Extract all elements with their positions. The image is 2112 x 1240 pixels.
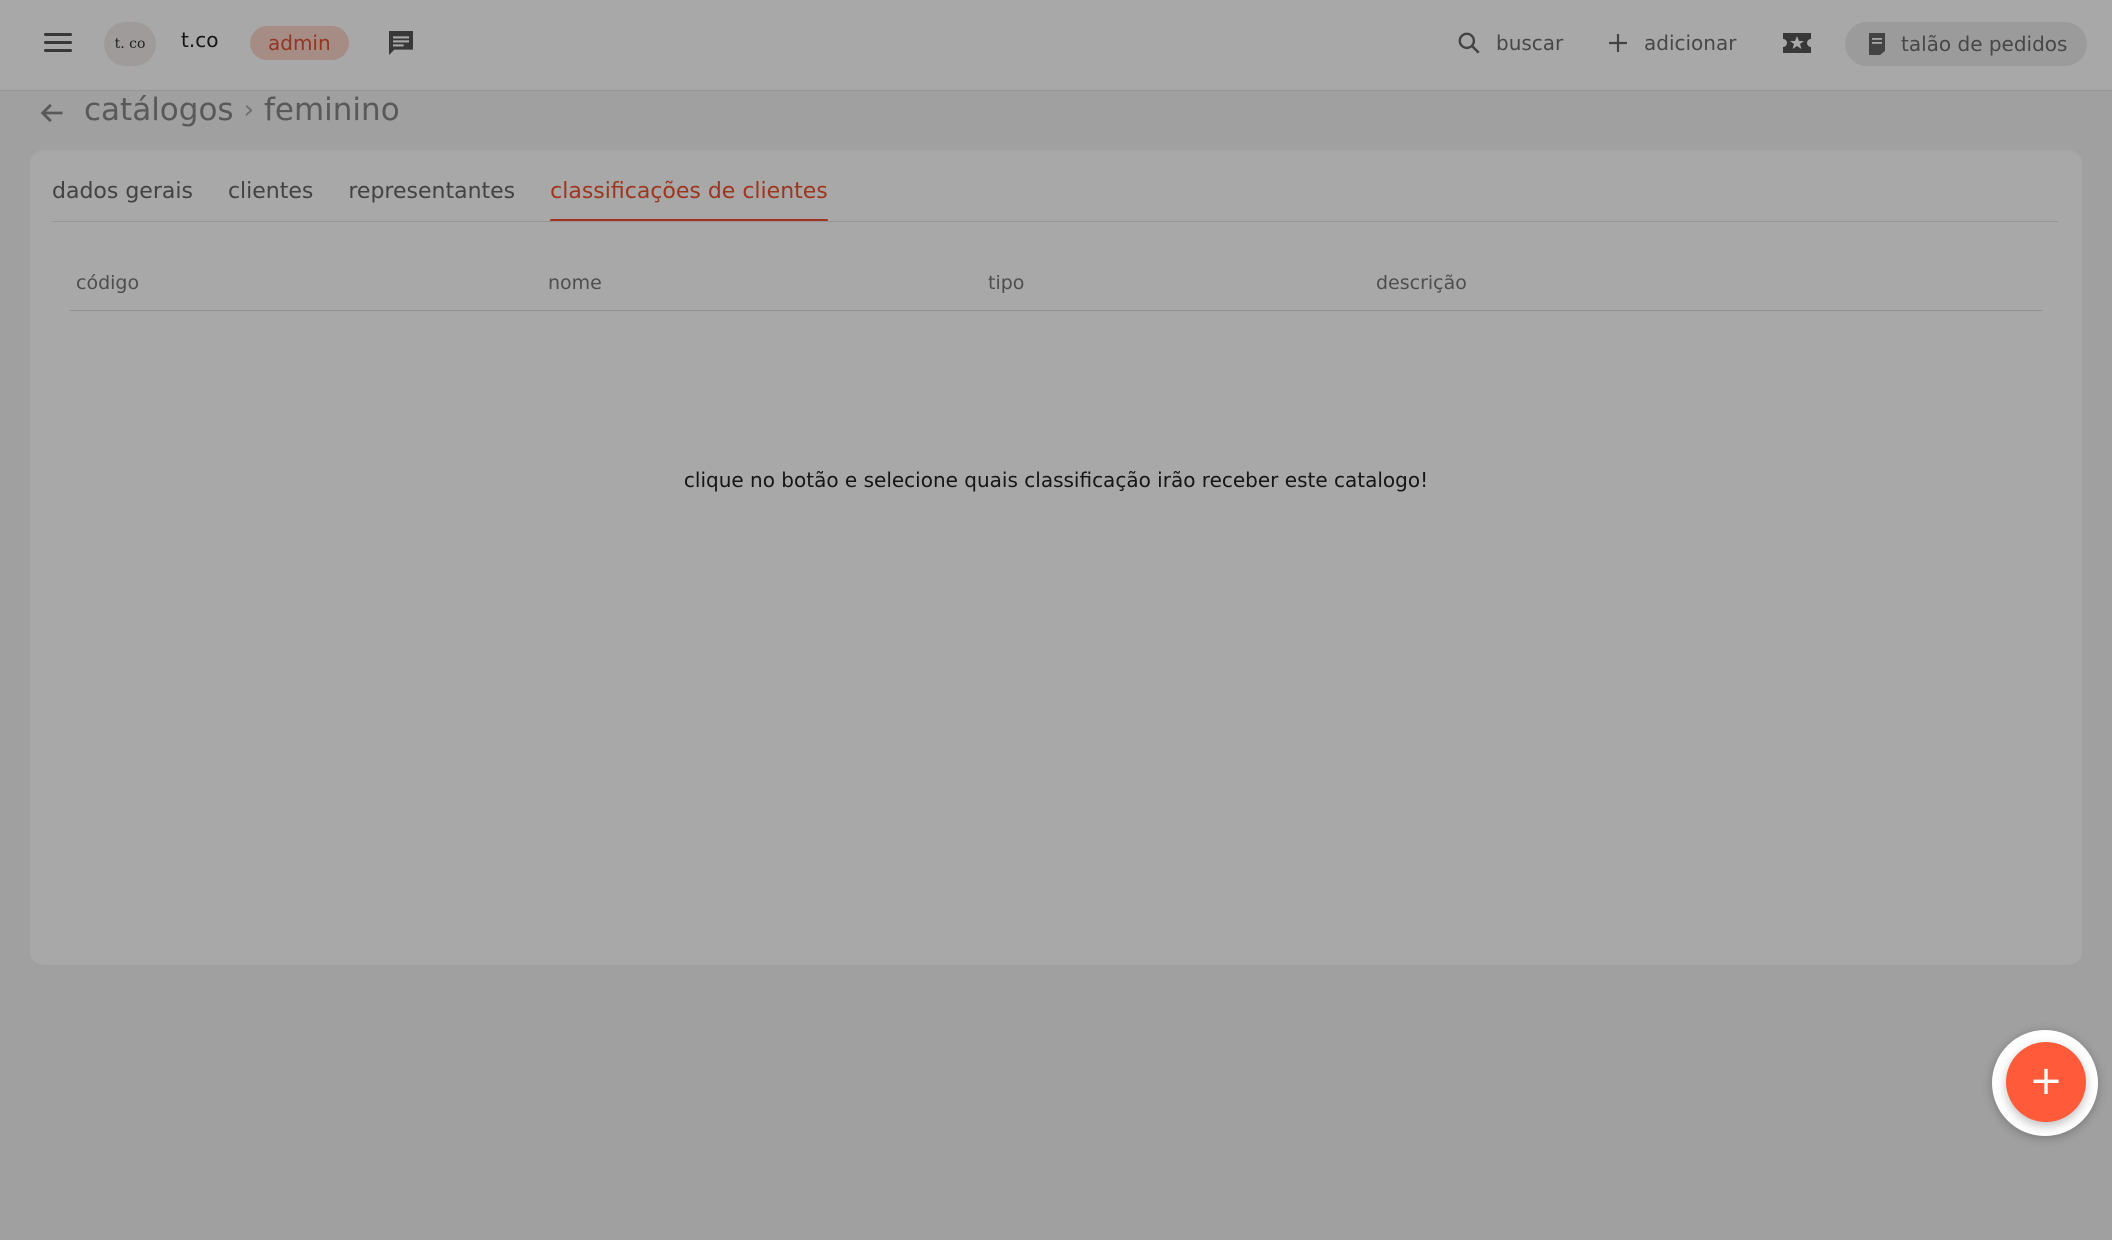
app-window: t. co t.co admin buscar adicionar talão … [0,0,2112,1240]
modal-overlay[interactable] [0,0,2112,1240]
add-classification-fab[interactable]: + [2006,1042,2086,1122]
